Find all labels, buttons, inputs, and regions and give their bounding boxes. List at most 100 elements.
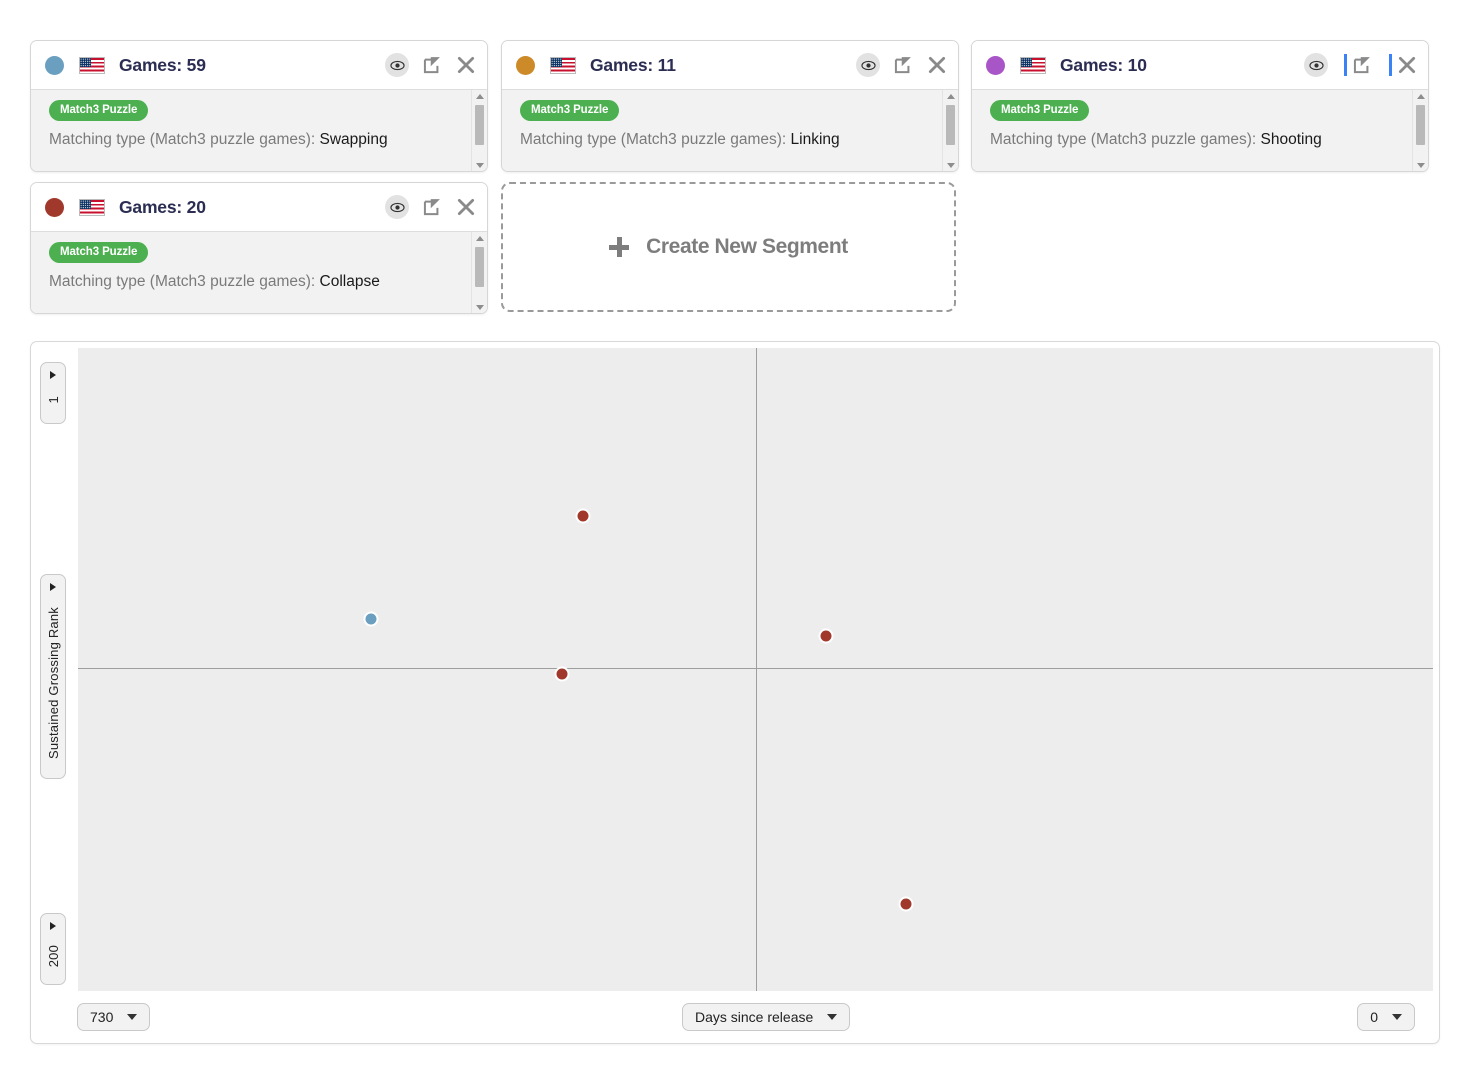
segment-card-body: Match3 Puzzle Matching type (Match3 puzzl… bbox=[31, 90, 487, 171]
caret-down-icon bbox=[127, 1014, 138, 1020]
edit-icon[interactable] bbox=[1351, 54, 1373, 76]
segment-card-actions bbox=[385, 53, 477, 77]
segment-tag: Match3 Puzzle bbox=[990, 100, 1090, 121]
x-axis-metric-label: Days since release bbox=[695, 1009, 814, 1025]
caret-down-icon bbox=[1392, 1014, 1402, 1020]
segment-scrollbar[interactable] bbox=[471, 90, 487, 171]
y-axis-metric-dropdown[interactable]: Sustained Grossing Rank bbox=[40, 574, 66, 779]
segment-card-actions bbox=[1304, 53, 1418, 77]
chart-panel: 1 Sustained Grossing Rank 200 730 Days s… bbox=[30, 341, 1440, 1044]
edit-icon[interactable] bbox=[421, 196, 443, 218]
segment-scrollbar[interactable] bbox=[471, 232, 487, 313]
segment-title: Games: 20 bbox=[119, 196, 206, 217]
segment-filter-label: Matching type (Match3 puzzle games): bbox=[49, 131, 320, 148]
y-axis-max-dropdown[interactable]: 1 bbox=[40, 362, 66, 424]
segment-color-dot bbox=[45, 55, 64, 75]
segment-card: Games: 59 Match3 Puzzle Matching type (Mat… bbox=[30, 40, 488, 172]
segment-filter-line: Matching type (Match3 puzzle games): Lin… bbox=[520, 131, 936, 149]
y-axis-min-value: 200 bbox=[45, 944, 61, 968]
crosshair-horizontal-line bbox=[78, 667, 1433, 669]
segment-title: Games: 11 bbox=[590, 54, 676, 75]
create-new-segment-button[interactable]: Create New Segment bbox=[501, 182, 956, 312]
scroll-down-icon[interactable] bbox=[472, 301, 487, 313]
segment-filter-value: Swapping bbox=[319, 131, 388, 148]
close-icon[interactable] bbox=[455, 196, 477, 218]
x-axis-max-value: 730 bbox=[90, 1009, 114, 1025]
scroll-thumb[interactable] bbox=[946, 105, 955, 145]
segment-card: Games: 10 Match3 Puzzle Matching type (Mat… bbox=[971, 40, 1429, 172]
scroll-thumb[interactable] bbox=[1416, 105, 1425, 145]
caret-icon bbox=[50, 371, 56, 379]
segment-card: Games: 11 Match3 Puzzle Matching type (Mat… bbox=[501, 40, 959, 172]
segment-color-dot bbox=[986, 55, 1005, 75]
edit-icon[interactable] bbox=[892, 54, 914, 76]
us-flag-icon bbox=[1020, 56, 1046, 74]
y-axis-max-value: 1 bbox=[45, 396, 61, 404]
eye-icon[interactable] bbox=[385, 53, 409, 77]
close-icon[interactable] bbox=[926, 54, 948, 76]
scatter-point[interactable] bbox=[554, 666, 570, 682]
plus-icon bbox=[609, 237, 630, 257]
scroll-down-icon[interactable] bbox=[1413, 159, 1428, 171]
segment-title: Games: 59 bbox=[119, 54, 206, 75]
segment-card-header: Games: 59 bbox=[31, 41, 487, 90]
segment-filter-label: Matching type (Match3 puzzle games): bbox=[49, 273, 320, 290]
scroll-thumb[interactable] bbox=[475, 247, 484, 287]
segment-filter-line: Matching type (Match3 puzzle games): Sho… bbox=[990, 131, 1406, 149]
close-icon[interactable] bbox=[1396, 54, 1418, 76]
y-axis-metric-label: Sustained Grossing Rank bbox=[45, 607, 61, 760]
scroll-thumb[interactable] bbox=[475, 105, 484, 145]
scatter-point[interactable] bbox=[363, 611, 379, 627]
segment-scrollbar[interactable] bbox=[1412, 90, 1428, 171]
x-axis-max-dropdown[interactable]: 730 bbox=[77, 1003, 151, 1031]
segment-filter-label: Matching type (Match3 puzzle games): bbox=[990, 131, 1261, 148]
scroll-up-icon[interactable] bbox=[1413, 90, 1428, 103]
segment-filter-line: Matching type (Match3 puzzle games): Col… bbox=[49, 273, 465, 291]
segment-card-body: Match3 Puzzle Matching type (Match3 puzzl… bbox=[31, 232, 487, 313]
eye-icon[interactable] bbox=[856, 53, 880, 77]
scatter-point[interactable] bbox=[818, 628, 834, 644]
segment-card-header: Games: 11 bbox=[502, 41, 958, 90]
scroll-down-icon[interactable] bbox=[472, 159, 487, 171]
segment-tag: Match3 Puzzle bbox=[49, 242, 149, 263]
segment-card-body: Match3 Puzzle Matching type (Match3 puzzl… bbox=[502, 90, 958, 171]
y-axis-min-dropdown[interactable]: 200 bbox=[40, 913, 66, 985]
caret-icon bbox=[50, 583, 56, 591]
segment-card-actions bbox=[385, 195, 477, 219]
crosshair-vertical-line bbox=[755, 348, 757, 991]
segment-filter-label: Matching type (Match3 puzzle games): bbox=[520, 131, 791, 148]
x-axis-metric-dropdown[interactable]: Days since release bbox=[682, 1003, 851, 1031]
x-axis-min-value: 0 bbox=[1370, 1009, 1378, 1025]
focus-indicator-right bbox=[1389, 54, 1392, 76]
eye-icon[interactable] bbox=[385, 195, 409, 219]
close-icon[interactable] bbox=[455, 54, 477, 76]
segment-card-body: Match3 Puzzle Matching type (Match3 puzzl… bbox=[972, 90, 1428, 171]
caret-icon bbox=[50, 922, 56, 930]
segment-tag: Match3 Puzzle bbox=[520, 100, 620, 121]
scroll-down-icon[interactable] bbox=[943, 159, 958, 171]
segment-card-actions bbox=[856, 53, 948, 77]
edit-icon[interactable] bbox=[421, 54, 443, 76]
segment-card: Games: 20 Match3 Puzzle Matching type (Mat… bbox=[30, 182, 488, 314]
scroll-up-icon[interactable] bbox=[472, 90, 487, 103]
scatter-point[interactable] bbox=[898, 896, 914, 912]
segment-title: Games: 10 bbox=[1060, 54, 1147, 75]
us-flag-icon bbox=[79, 56, 105, 74]
segment-filter-line: Matching type (Match3 puzzle games): Swa… bbox=[49, 131, 465, 149]
caret-down-icon bbox=[827, 1014, 838, 1020]
create-new-segment-label: Create New Segment bbox=[646, 235, 848, 258]
segment-filter-value: Collapse bbox=[319, 273, 380, 290]
scroll-up-icon[interactable] bbox=[472, 232, 487, 245]
segment-card-header: Games: 10 bbox=[972, 41, 1428, 90]
scroll-up-icon[interactable] bbox=[943, 90, 958, 103]
segment-color-dot bbox=[516, 55, 535, 75]
segment-color-dot bbox=[45, 197, 64, 217]
scatter-plot-area[interactable] bbox=[78, 348, 1433, 991]
eye-icon[interactable] bbox=[1304, 53, 1328, 77]
segment-filter-value: Linking bbox=[790, 131, 840, 148]
segment-scrollbar[interactable] bbox=[942, 90, 958, 171]
us-flag-icon bbox=[550, 56, 576, 74]
scatter-point[interactable] bbox=[575, 508, 591, 524]
segment-tag: Match3 Puzzle bbox=[49, 100, 149, 121]
x-axis-min-dropdown[interactable]: 0 bbox=[1357, 1003, 1415, 1031]
